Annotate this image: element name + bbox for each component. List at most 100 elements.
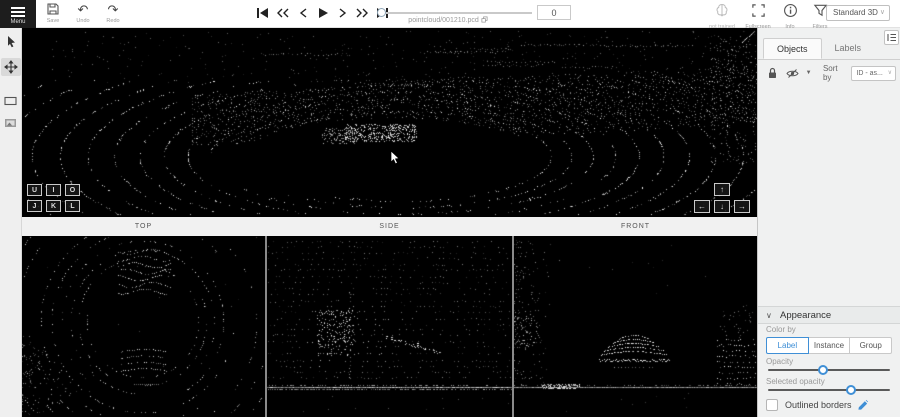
- color-by-instance-button[interactable]: Instance: [809, 337, 851, 354]
- side-view-canvas[interactable]: [267, 236, 512, 417]
- color-by-label: Color by: [766, 325, 796, 334]
- object-list-controls: ▼ Sort by ID - as... ∨: [767, 64, 896, 82]
- appearance-title: Appearance: [780, 310, 831, 321]
- arrow-down-button[interactable]: ↓: [714, 200, 730, 213]
- tab-labels[interactable]: Labels: [822, 38, 875, 59]
- save-label: Save: [38, 18, 68, 24]
- hotkey-l[interactable]: L: [65, 200, 80, 212]
- skip-first-button[interactable]: [255, 5, 270, 21]
- fast-forward-button[interactable]: [355, 5, 370, 21]
- outlined-borders-row: Outlined borders: [766, 399, 869, 411]
- sort-select[interactable]: ID - as... ∨: [851, 66, 896, 81]
- color-by-segment: Label Instance Group: [766, 337, 892, 354]
- brain-icon: [714, 3, 730, 18]
- outlined-borders-label: Outlined borders: [785, 400, 852, 410]
- image-icon: [4, 118, 17, 128]
- save-button[interactable]: Save: [38, 2, 68, 24]
- hotkey-k[interactable]: K: [46, 200, 61, 212]
- appearance-section-header[interactable]: ∨ Appearance: [758, 306, 900, 324]
- lock-icon: [767, 67, 778, 79]
- side-view-label: SIDE: [267, 217, 512, 236]
- fast-rewind-button[interactable]: [275, 5, 290, 21]
- link-icon: [481, 16, 488, 23]
- hotkey-j[interactable]: J: [27, 200, 42, 212]
- tab-objects[interactable]: Objects: [763, 38, 822, 59]
- panel-tabs: Objects Labels: [758, 38, 900, 60]
- eye-off-icon: [786, 68, 799, 79]
- sort-by-label: Sort by: [823, 64, 847, 82]
- chevron-down-icon: ∨: [888, 67, 892, 80]
- hide-all-button[interactable]: [786, 68, 805, 79]
- fast-rewind-icon: [276, 7, 289, 19]
- skip-first-icon: [256, 7, 269, 19]
- opacity-label: Opacity: [766, 357, 793, 366]
- top-view-canvas[interactable]: [22, 236, 265, 417]
- filename-label: pointcloud/001210.pcd: [388, 16, 508, 24]
- selected-opacity-label: Selected opacity: [766, 377, 825, 386]
- ai-status-label: not trained: [704, 24, 740, 30]
- play-button[interactable]: [315, 5, 330, 21]
- redo-button[interactable]: ↷ Redo: [98, 2, 128, 24]
- hamburger-icon: [0, 0, 36, 17]
- next-frame-button[interactable]: [335, 5, 350, 21]
- color-by-group-button[interactable]: Group: [850, 337, 892, 354]
- pan-tool-button[interactable]: [1, 58, 21, 76]
- playback-controls: [255, 0, 390, 26]
- main-3d-canvas[interactable]: [22, 28, 757, 217]
- outlined-borders-checkbox[interactable]: [766, 399, 778, 411]
- undo-button[interactable]: ↶ Undo: [68, 2, 98, 24]
- rotation-hotkeys: U I O J K L: [27, 180, 80, 212]
- right-panel: Objects Labels ▼ Sort by ID - as... ∨ ∨ …: [757, 28, 900, 417]
- image-context-button[interactable]: [1, 114, 21, 132]
- opacity-slider[interactable]: [768, 369, 890, 371]
- undo-icon: ↶: [68, 2, 98, 17]
- hotkey-i[interactable]: I: [46, 184, 61, 196]
- save-icon: [38, 2, 68, 17]
- caret-down-icon[interactable]: ▼: [806, 70, 823, 76]
- move-tool-icon: [4, 60, 18, 74]
- ai-model-button[interactable]: not trained: [704, 3, 740, 30]
- undo-label: Undo: [68, 18, 98, 24]
- main-3d-viewport: U I O J K L ↑ ← ↓ →: [22, 28, 757, 217]
- top-toolbar: Menu Save ↶ Undo ↷ Redo pointcloud/00121…: [0, 0, 900, 28]
- fullscreen-label: Fullscreen: [740, 24, 776, 30]
- fullscreen-icon: [751, 3, 766, 18]
- front-view-canvas[interactable]: [514, 236, 757, 417]
- left-tool-rail: [0, 28, 22, 417]
- lock-all-button[interactable]: [767, 67, 786, 79]
- edit-pencil-icon[interactable]: [857, 399, 869, 411]
- ortho-label-strip: TOP SIDE FRONT: [22, 217, 757, 236]
- selected-opacity-slider[interactable]: [768, 389, 890, 391]
- arrow-up-button[interactable]: ↑: [714, 183, 730, 196]
- redo-label: Redo: [98, 18, 128, 24]
- cursor-tool-icon: [5, 35, 17, 48]
- next-icon: [338, 7, 348, 19]
- top-view-label: TOP: [22, 217, 265, 236]
- frame-number-input[interactable]: [537, 5, 571, 20]
- arrow-right-button[interactable]: →: [734, 200, 750, 213]
- hotkey-o[interactable]: O: [65, 184, 80, 196]
- ortho-viewports: [22, 236, 757, 417]
- pan-arrow-keys: ↑ ← ↓ →: [694, 179, 750, 213]
- previous-frame-button[interactable]: [295, 5, 310, 21]
- arrow-left-button[interactable]: ←: [694, 200, 710, 213]
- play-icon: [317, 7, 329, 19]
- hotkey-u[interactable]: U: [27, 184, 42, 196]
- chevron-down-icon: ∨: [880, 6, 885, 20]
- select-tool-button[interactable]: [1, 32, 21, 50]
- sort-value: ID - as...: [856, 70, 882, 77]
- selected-opacity-slider-handle[interactable]: [846, 385, 856, 395]
- color-by-label-button[interactable]: Label: [766, 337, 809, 354]
- redo-icon: ↷: [98, 2, 128, 17]
- timeline-handle[interactable]: [377, 8, 386, 17]
- cuboid-tool-button[interactable]: [1, 92, 21, 110]
- menu-button[interactable]: Menu: [0, 0, 36, 28]
- opacity-slider-handle[interactable]: [818, 365, 828, 375]
- menu-label: Menu: [0, 19, 36, 25]
- timeline-slider[interactable]: [382, 12, 532, 14]
- fullscreen-button[interactable]: Fullscreen: [740, 3, 776, 30]
- info-icon: [783, 3, 798, 18]
- previous-icon: [298, 7, 308, 19]
- view-mode-select[interactable]: Standard 3D ∨: [826, 5, 890, 21]
- fast-forward-icon: [356, 7, 369, 19]
